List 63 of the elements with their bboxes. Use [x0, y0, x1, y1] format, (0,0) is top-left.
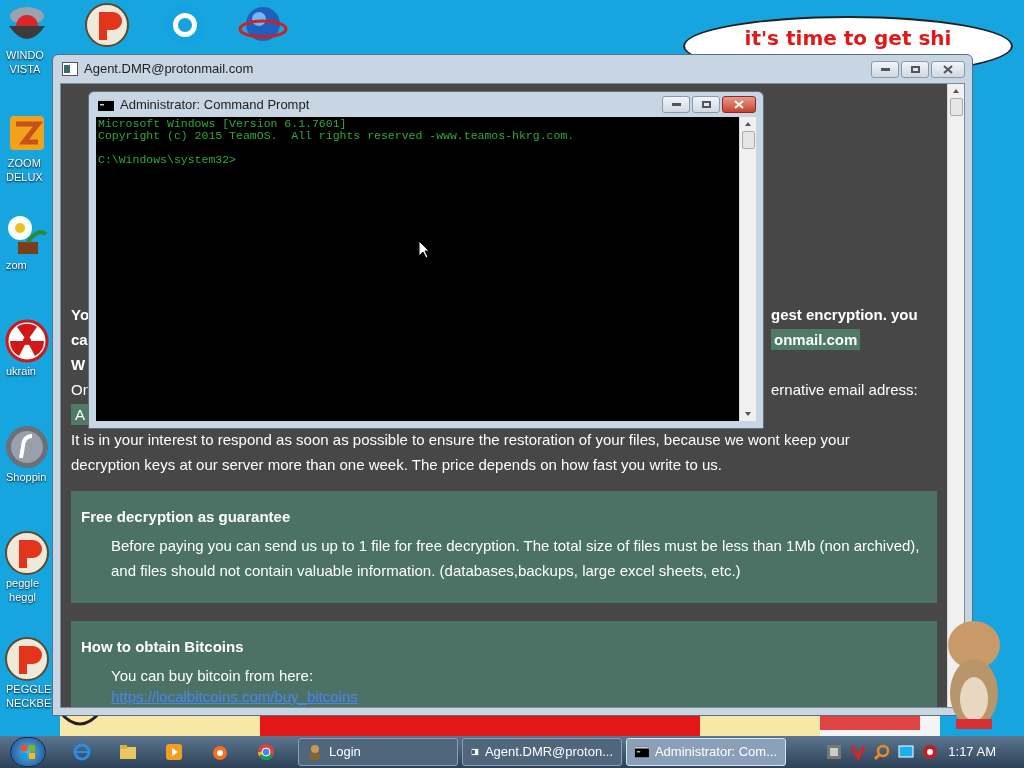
minimize-button[interactable]: [871, 60, 899, 78]
window-icon: [471, 745, 479, 759]
close-icon: [734, 100, 744, 109]
ball-icon[interactable]: [4, 530, 50, 576]
radiation-icon[interactable]: [4, 318, 50, 364]
console-icon: [98, 98, 114, 111]
console-line: Copyright (c) 2015 TeamOS. All rights reserved -www.teamos-hkrg.com.: [98, 130, 576, 142]
card-title: How to obtain Bitcoins: [81, 637, 245, 657]
maximize-button[interactable]: [901, 60, 929, 78]
close-button[interactable]: [722, 96, 756, 113]
icon-label[interactable]: zom: [2, 258, 27, 272]
close-icon: [943, 64, 953, 74]
bubble-text: it's time to get shi: [744, 26, 952, 50]
console-icon: [635, 746, 649, 758]
scroll-thumb[interactable]: [741, 131, 755, 149]
magnifier-icon[interactable]: [874, 744, 891, 760]
taskbar-button[interactable]: Administrator: Com...: [626, 738, 786, 766]
close-button[interactable]: [931, 60, 965, 78]
text-fragment: onmail.com: [771, 329, 861, 350]
paragraph: It is in your interest to respond as soon as possible to ensure the restoration of your files, because we wont keep your decryption keys at our server more than one week. The price depends on how fast you write to us.: [71, 430, 851, 475]
card-text: Before paying you can send us up to 1 file for free decryption. The total size of files must be less than 1Mb (non archived), and files should not contain valuable information. (databases,backups, large excel sheets, etc.): [110, 536, 921, 581]
ball-icon[interactable]: [84, 2, 130, 48]
text-fragment: ca: [71, 331, 88, 348]
taskbar-button[interactable]: Login: [298, 738, 458, 766]
text-fragment: A: [71, 404, 89, 425]
link[interactable]: https://localbitcoins.com/buy_bitcoins: [111, 688, 358, 705]
icon-label[interactable]: ZOOM DELUX: [2, 156, 43, 184]
minimize-button[interactable]: [662, 96, 690, 113]
start-button[interactable]: [10, 737, 46, 767]
console-line: Microsoft Windows [Version 6.1.7601]: [98, 118, 348, 130]
tray-icon[interactable]: [826, 744, 843, 760]
scroll-thumb[interactable]: [949, 98, 963, 116]
figure-icon: [307, 744, 323, 760]
disc-icon[interactable]: [4, 424, 50, 470]
icon-label[interactable]: peggle heggl: [2, 576, 40, 604]
text-fragment: gest encryption. you: [771, 306, 918, 323]
ball-icon[interactable]: [4, 636, 50, 682]
taskbar-button[interactable]: Agent.DMR@proton...: [462, 738, 622, 766]
text-fragment: Yo: [71, 306, 90, 323]
monitor-icon[interactable]: [898, 744, 915, 760]
speaker-icon[interactable]: [922, 744, 939, 760]
window-title: Administrator: Command Prompt: [120, 95, 311, 114]
folder-icon[interactable]: [118, 742, 138, 762]
icon-label[interactable]: PEGGLE NECKBE: [2, 682, 52, 710]
icon-label[interactable]: WINDO VISTA: [2, 48, 44, 76]
scrollbar[interactable]: [947, 84, 964, 707]
cursor-icon: [418, 240, 430, 259]
window-icon: [62, 62, 78, 76]
text-fragment: W: [71, 356, 86, 373]
clock[interactable]: 1:17 AM: [948, 742, 996, 762]
card-title: Free decryption as guarantee: [81, 507, 292, 527]
browser-icon[interactable]: [72, 742, 92, 762]
icon-label[interactable]: Shoppin: [2, 470, 47, 484]
chrome-icon[interactable]: [256, 742, 276, 762]
scrollbar[interactable]: [739, 117, 756, 421]
windows-logo-icon: [20, 744, 36, 760]
text-fragment: ernative email adress:: [771, 381, 918, 398]
media-icon[interactable]: [164, 742, 184, 762]
maximize-button[interactable]: [692, 96, 720, 113]
console-prompt: C:\Windows\system32>: [98, 154, 238, 166]
card-text: You can buy bitcoin from here:: [110, 666, 315, 686]
window-title: Agent.DMR@protonmail.com: [84, 60, 255, 79]
icon-label[interactable]: ukrain: [2, 364, 36, 378]
